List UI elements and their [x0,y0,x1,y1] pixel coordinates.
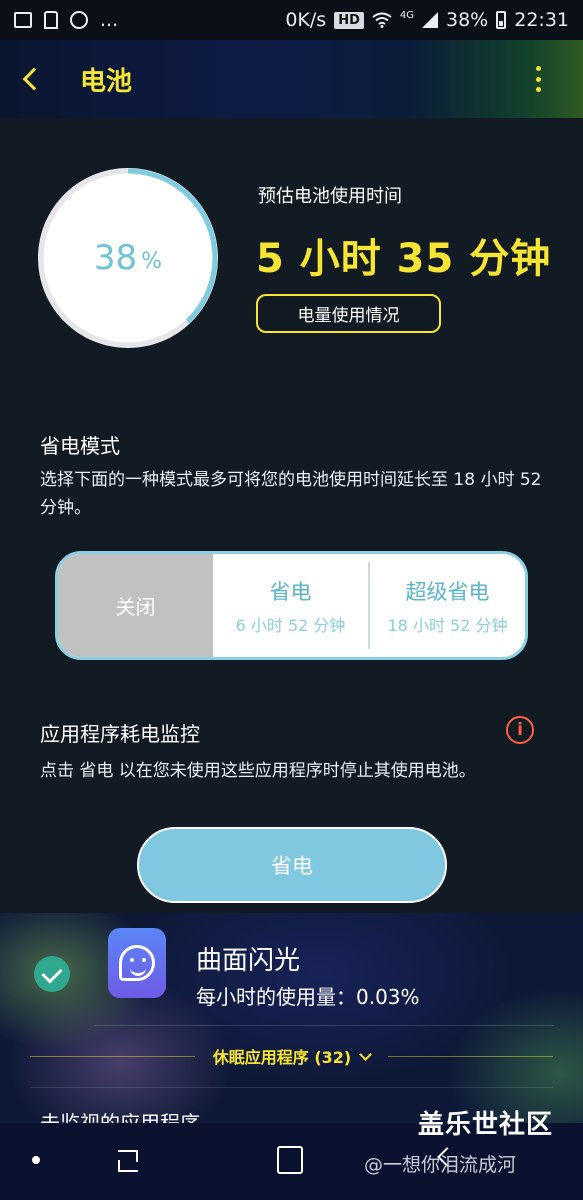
chevron-down-icon [359,1047,373,1061]
app-usage: 每小时的使用量：0.03% [196,985,420,1009]
power-mode-selector: 关闭 省电 6 小时 52 分钟 超级省电 18 小时 52 分钟 [55,551,528,660]
status-bar: ... 0K/s HD 4G 38% 22:31 [0,0,583,40]
watermark-brand: 盖乐世社区 [418,1110,554,1140]
power-saving-description: 选择下面的一种模式最多可将您的电池使用时间延长至 18 小时 52 分钟。 [40,470,542,518]
divider [388,1055,553,1057]
status-indicators: 0K/s HD 4G 38% 22:31 [285,9,569,31]
wifi-icon [372,12,392,28]
sleeping-apps-label: 休眠应用程序 (32) [212,1048,352,1067]
battery-level-ring: 38 % [36,166,220,350]
sync-notification-icon [70,11,88,29]
page-title: 电池 [80,66,133,97]
more-options-dot-icon [535,76,541,82]
app-monitor-description: 点击 省电 以在您未使用这些应用程序时停止其使用电池。 [40,761,476,781]
divider [94,1025,554,1026]
mode-time: 6 小时 52 分钟 [235,615,346,635]
battery-percent: 38 % [36,166,220,350]
network-speed: 0K/s [285,9,327,31]
signal-icon [422,12,438,28]
checkmark-icon[interactable] [34,956,70,992]
info-icon[interactable]: i [506,716,534,744]
divider [30,1055,195,1057]
battery-percent-unit: % [141,248,163,274]
image-notification-icon [14,12,32,28]
battery-percent-status: 38% [446,9,489,31]
mode-time: 18 小时 52 分钟 [387,615,508,635]
estimate-label: 预估电池使用时间 [258,186,402,207]
back-button[interactable] [0,40,60,118]
watermark-user: @一想你泪流成河 [364,1154,517,1176]
mode-off-option[interactable]: 关闭 [58,554,213,657]
nav-dot-icon[interactable] [32,1156,40,1164]
more-options-dot-icon [535,66,541,71]
home-icon[interactable] [277,1146,303,1174]
mode-ultra-power-saving-option[interactable]: 超级省电 18 小时 52 分钟 [370,554,525,657]
brush-notification-icon [44,11,58,29]
battery-status-icon [496,11,507,29]
estimate-time: 5 小时 35 分钟 [256,236,552,282]
hd-badge: HD [334,11,364,29]
app-monitor-title: 应用程序耗电监控 [40,722,200,746]
edge-lighting-app-icon [108,928,166,998]
sleeping-apps-toggle[interactable]: 休眠应用程序 (32) [30,1042,553,1070]
mode-label: 超级省电 [405,579,490,604]
divider [30,1087,553,1088]
recent-apps-icon[interactable] [114,1148,140,1174]
app-name: 曲面闪光 [196,946,301,976]
status-notifications: ... [14,9,118,31]
more-options-button[interactable] [533,66,543,92]
network-type: 4G [399,9,414,21]
mode-power-saving-option[interactable]: 省电 6 小时 52 分钟 [213,554,368,657]
more-notifications-text: ... [100,9,119,31]
back-arrow-icon [22,67,46,91]
app-bar: 电池 [0,40,583,118]
battery-percent-value: 38 [93,238,138,278]
clock: 22:31 [514,9,569,31]
smiley-icon [119,945,155,981]
save-power-button[interactable]: 省电 [137,827,447,903]
power-saving-title: 省电模式 [40,434,120,458]
more-options-dot-icon [535,87,541,92]
battery-usage-button[interactable]: 电量使用情况 [256,294,441,333]
mode-label: 省电 [269,579,312,604]
